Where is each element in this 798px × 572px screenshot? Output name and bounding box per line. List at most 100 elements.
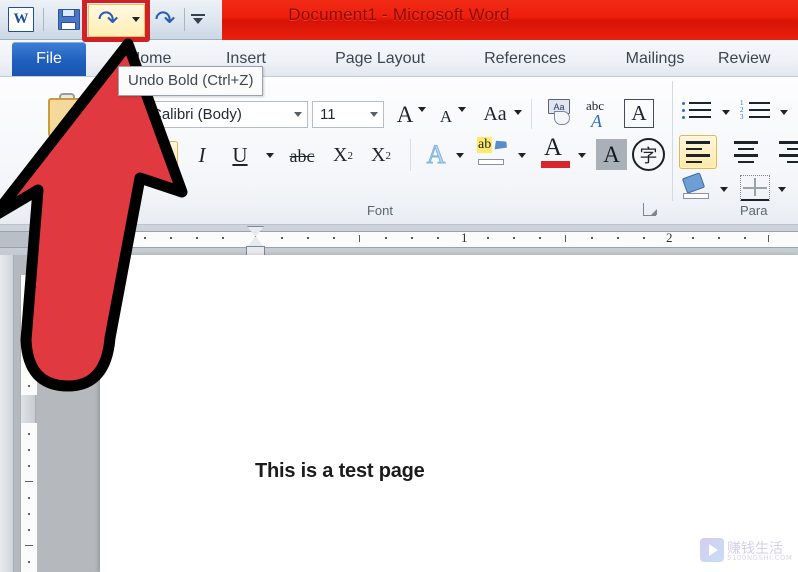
qat-divider-1 [43, 8, 44, 31]
tooltip-undo-bold: Undo Bold (Ctrl+Z) [118, 66, 264, 96]
italic-button[interactable]: I [188, 141, 216, 170]
align-center-icon [734, 141, 758, 163]
grow-font-button[interactable]: A [392, 101, 418, 128]
subscript-button[interactable]: X2 [328, 141, 358, 170]
clipboard-icon [48, 98, 86, 137]
window-title-app: Microsoft Word [392, 5, 510, 24]
font-color-label: A [544, 134, 563, 161]
font-size-combo[interactable]: 11 [312, 101, 384, 128]
subscript-label: X [333, 144, 348, 166]
shading-color-bar [683, 193, 709, 199]
font-row1-divider [531, 99, 532, 129]
word-app-icon-letter: W [13, 11, 29, 27]
floppy-shutter [62, 9, 75, 17]
bullets-button[interactable] [682, 99, 716, 125]
numbering-button[interactable]: 123 [740, 99, 774, 125]
underline-label: U [232, 143, 248, 167]
align-right-button[interactable] [772, 135, 798, 169]
change-case-button[interactable]: Aa [478, 102, 512, 127]
highlight-caret-icon[interactable] [518, 153, 526, 158]
highlight-color-bar [478, 159, 504, 165]
window-title-document: Document1 [288, 5, 378, 24]
character-border-button[interactable]: A [624, 99, 654, 128]
font-color-button[interactable]: A [540, 135, 572, 173]
highlight-ab-label: ab [477, 137, 493, 153]
superscript-button[interactable]: X2 [366, 141, 396, 170]
bullets-lines [689, 99, 711, 118]
save-button[interactable] [58, 9, 80, 30]
paint-bucket-icon [681, 172, 706, 194]
redo-button[interactable]: ↷ [152, 7, 178, 33]
borders-inner-h [743, 187, 767, 189]
eraser-icon [554, 111, 570, 125]
paste-button[interactable] [48, 93, 88, 137]
align-center-button[interactable] [727, 135, 765, 169]
subscript-index: 2 [347, 149, 353, 162]
workspace-left-gutter [0, 255, 14, 572]
bold-button[interactable]: B [147, 141, 178, 170]
italic-label: I [198, 143, 206, 167]
font-dialog-launcher[interactable] [643, 203, 657, 216]
watermark: 赚钱生活 5100NGSHI.COM [700, 536, 792, 566]
tab-review[interactable]: Review [718, 43, 798, 74]
shrink-font-button[interactable]: A [436, 105, 456, 128]
numbering-caret-icon[interactable] [780, 110, 788, 115]
phonetic-guide-button[interactable]: abc A [586, 98, 616, 131]
superscript-index: 2 [385, 149, 391, 162]
strikethrough-button[interactable]: abc [284, 145, 320, 167]
tab-mailings[interactable]: Mailings [600, 43, 710, 74]
enclose-characters-button[interactable]: 字 [632, 138, 665, 171]
watermark-logo-icon [700, 538, 724, 562]
word-app-icon[interactable]: W [8, 7, 34, 32]
document-body-text[interactable]: This is a test page [255, 460, 425, 483]
shading-button[interactable] [681, 172, 714, 203]
character-shading-label: A [603, 141, 620, 167]
group-separator-clipboard [135, 81, 136, 201]
tab-references[interactable]: References [460, 43, 590, 74]
change-case-caret-icon [514, 110, 522, 115]
vertical-ruler[interactable] [20, 275, 37, 572]
horizontal-ruler[interactable]: 1 2 [0, 225, 798, 255]
ruler-track [100, 231, 798, 248]
clear-formatting-glyph: Aa [553, 101, 565, 112]
ruler-number-2: 2 [666, 230, 673, 245]
text-effects-caret-icon[interactable] [456, 153, 464, 158]
customize-qat-button[interactable] [190, 11, 206, 27]
font-color-caret-icon[interactable] [578, 153, 586, 158]
shrink-font-label: A [439, 106, 453, 126]
align-left-button[interactable] [679, 135, 717, 169]
shading-caret-icon[interactable] [720, 187, 728, 192]
font-row2-divider [410, 139, 411, 171]
character-shading-button[interactable]: A [596, 139, 627, 170]
bullets-caret-icon[interactable] [722, 110, 730, 115]
watermark-subtext: 5100NGSHI.COM [727, 554, 793, 562]
qat-divider-2 [184, 8, 185, 31]
change-case-label: Aa [483, 103, 507, 125]
font-size-dropdown-icon[interactable] [365, 112, 383, 117]
floppy-label [61, 22, 76, 30]
numbering-digits: 123 [740, 99, 744, 121]
underline-button[interactable]: U [226, 141, 254, 170]
underline-caret-icon[interactable] [266, 153, 274, 158]
enclose-characters-label: 字 [639, 145, 658, 167]
text-effects-button[interactable]: A [420, 139, 452, 171]
phonetic-guide-a-icon: A [591, 111, 602, 131]
strikethrough-label: abc [289, 145, 315, 166]
borders-button[interactable] [740, 175, 770, 201]
borders-caret-icon[interactable] [778, 187, 786, 192]
document-page[interactable]: This is a test page [100, 255, 798, 572]
font-size-value: 11 [320, 106, 336, 123]
tab-page-layout[interactable]: Page Layout [310, 43, 450, 74]
font-color-swatch [541, 161, 570, 168]
clear-formatting-button[interactable]: Aa [546, 99, 578, 129]
align-left-icon [686, 141, 710, 163]
character-border-label: A [631, 101, 647, 125]
shrink-font-caret-icon [458, 107, 466, 112]
text-highlight-button[interactable]: ab [476, 137, 512, 173]
font-name-combo[interactable]: Calibri (Body) [143, 101, 308, 128]
ribbon: Calibri (Body) 11 A A Aa Aa abc A A B I … [0, 77, 798, 225]
bold-label: B [155, 143, 170, 167]
font-name-dropdown-icon[interactable] [289, 112, 307, 117]
left-indent-marker[interactable] [246, 246, 265, 255]
tab-file[interactable]: File [12, 42, 86, 76]
